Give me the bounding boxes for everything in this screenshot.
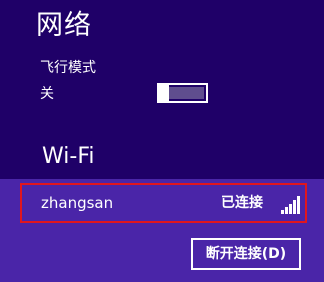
network-item-zhangsan[interactable]: zhangsan 已连接 — [20, 183, 307, 223]
network-status: 已连接 — [221, 195, 263, 211]
signal-bars-icon — [280, 196, 302, 214]
network-flyout: 网络 飞行模式 关 Wi-Fi zhangsan 已连接 断开连接(D) — [0, 0, 324, 282]
disconnect-button[interactable]: 断开连接(D) — [191, 238, 301, 270]
signal-bar-2 — [285, 207, 288, 214]
network-item-expanded: zhangsan 已连接 断开连接(D) — [0, 179, 324, 282]
signal-bar-1 — [281, 210, 284, 214]
toggle-track — [169, 87, 204, 99]
airplane-mode-toggle[interactable] — [157, 83, 208, 103]
panel-title: 网络 — [36, 10, 92, 41]
wifi-section-header: Wi-Fi — [42, 144, 95, 169]
signal-bar-5 — [297, 196, 300, 214]
airplane-mode-state: 关 — [40, 86, 54, 102]
signal-bar-4 — [293, 200, 296, 214]
signal-bar-3 — [289, 204, 292, 214]
network-name: zhangsan — [41, 194, 114, 212]
toggle-thumb[interactable] — [157, 83, 169, 103]
airplane-mode-label: 飞行模式 — [40, 60, 96, 76]
